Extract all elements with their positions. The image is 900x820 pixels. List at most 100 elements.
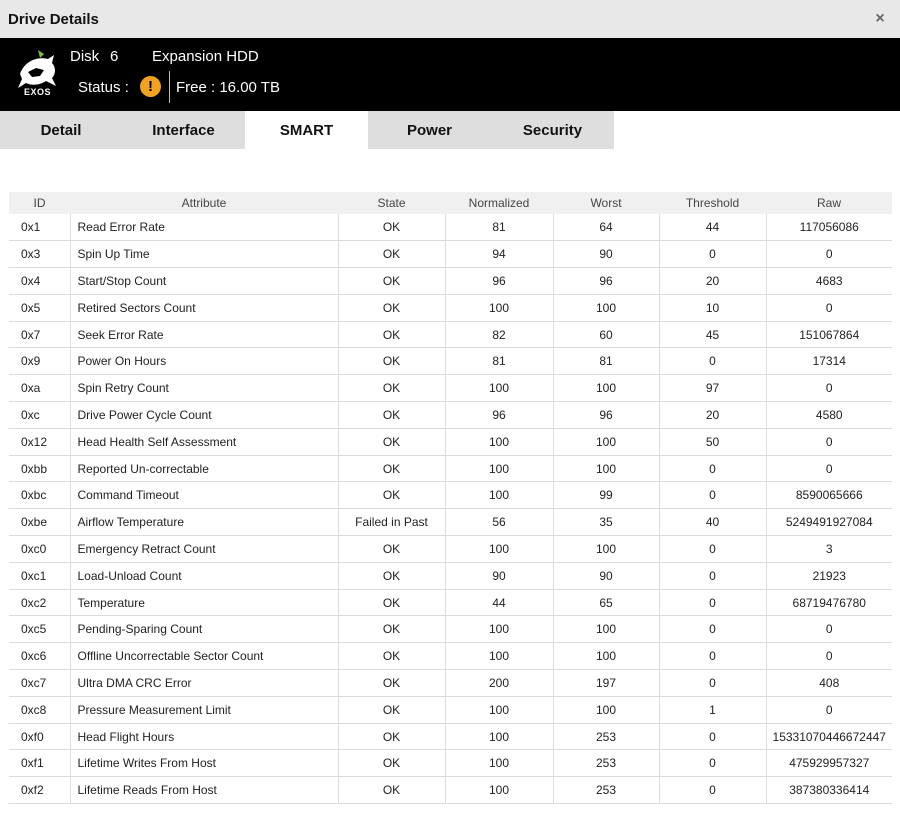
- cell-normalized: 100: [445, 428, 554, 456]
- cell-threshold: 0: [659, 481, 767, 510]
- tab-detail[interactable]: Detail: [0, 111, 122, 149]
- free-space-label: Free : 16.00 TB: [176, 79, 280, 96]
- cell-threshold: 1: [659, 696, 767, 724]
- table-row[interactable]: 0xc0 Emergency Retract Count OK 100 100 0 3: [9, 535, 892, 563]
- cell-raw: 408: [766, 669, 892, 697]
- table-row[interactable]: 0xc1 Load-Unload Count OK 90 90 0 21923: [9, 562, 892, 590]
- logo-text: EXOS: [24, 87, 52, 97]
- cell-worst: 60: [553, 321, 660, 349]
- cell-attribute: Ultra DMA CRC Error: [70, 669, 339, 697]
- cell-normalized: 90: [445, 562, 554, 590]
- cell-worst: 96: [553, 401, 660, 429]
- cell-threshold: 0: [659, 455, 767, 483]
- tab-power[interactable]: Power: [368, 111, 491, 149]
- tab-smart[interactable]: SMART: [245, 111, 368, 149]
- disk-number: 6: [110, 48, 119, 65]
- cell-threshold: 0: [659, 535, 767, 563]
- cell-raw: 0: [766, 428, 892, 456]
- cell-raw: 151067864: [766, 321, 892, 349]
- cell-threshold: 10: [659, 294, 767, 322]
- cell-state: OK: [338, 455, 446, 483]
- cell-normalized: 96: [445, 267, 554, 295]
- cell-worst: 100: [553, 535, 660, 563]
- column-header-worst: Worst: [553, 192, 659, 214]
- cell-id: 0xf0: [9, 723, 71, 751]
- cell-normalized: 56: [445, 508, 554, 537]
- cell-id: 0xf1: [9, 749, 71, 778]
- cell-state: OK: [338, 562, 446, 590]
- table-row[interactable]: 0x12 Head Health Self Assessment OK 100 100 5…: [9, 428, 892, 456]
- cell-id: 0xc7: [9, 669, 71, 697]
- table-row[interactable]: 0xbc Command Timeout OK 100 99 0 8590065666: [9, 481, 892, 510]
- smart-table: ID Attribute State Normalized Worst Thre…: [9, 192, 892, 805]
- table-row[interactable]: 0xf0 Head Flight Hours OK 100 253 0 1533107044…: [9, 723, 892, 751]
- table-row[interactable]: 0xc8 Pressure Measurement Limit OK 100 100 1 0: [9, 696, 892, 724]
- cell-attribute: Retired Sectors Count: [70, 294, 339, 322]
- cell-threshold: 0: [659, 669, 767, 697]
- cell-attribute: Load-Unload Count: [70, 562, 339, 590]
- cell-id: 0xbb: [9, 455, 71, 483]
- cell-raw: 17314: [766, 347, 892, 376]
- cell-normalized: 96: [445, 401, 554, 429]
- table-row[interactable]: 0xbe Airflow Temperature Failed in Past 56 3…: [9, 508, 892, 537]
- column-header-threshold: Threshold: [659, 192, 766, 214]
- cell-raw: 0: [766, 240, 892, 269]
- table-row[interactable]: 0xf1 Lifetime Writes From Host OK 100 253 0 47…: [9, 749, 892, 778]
- table-row[interactable]: 0x1 Read Error Rate OK 81 64 44 117056086: [9, 214, 892, 242]
- cell-normalized: 81: [445, 347, 554, 376]
- cell-normalized: 100: [445, 776, 554, 805]
- cell-state: OK: [338, 535, 446, 563]
- close-icon[interactable]: ×: [870, 10, 890, 28]
- title-bar: Drive Details ×: [0, 0, 900, 38]
- warning-icon: !: [140, 76, 161, 97]
- drive-header: EXOS Disk 6 Expansion HDD Status : ! Fre…: [0, 38, 900, 111]
- cell-threshold: 0: [659, 749, 767, 778]
- tab-interface[interactable]: Interface: [122, 111, 245, 149]
- cell-id: 0xc8: [9, 696, 71, 724]
- cell-normalized: 100: [445, 535, 554, 563]
- cell-attribute: Spin Up Time: [70, 240, 339, 269]
- cell-threshold: 45: [659, 321, 767, 349]
- cell-threshold: 0: [659, 615, 767, 644]
- cell-threshold: 0: [659, 562, 767, 590]
- table-row[interactable]: 0xc7 Ultra DMA CRC Error OK 200 197 0 408: [9, 669, 892, 697]
- table-row[interactable]: 0xbb Reported Un-correctable OK 100 100 0 0: [9, 455, 892, 483]
- cell-id: 0xc0: [9, 535, 71, 563]
- cell-threshold: 0: [659, 240, 767, 269]
- cell-raw: 3: [766, 535, 892, 563]
- table-row[interactable]: 0xc5 Pending-Sparing Count OK 100 100 0 0: [9, 615, 892, 644]
- cell-state: OK: [338, 401, 446, 429]
- cell-state: Failed in Past: [338, 508, 446, 537]
- table-row[interactable]: 0xc6 Offline Uncorrectable Sector Count OK…: [9, 642, 892, 671]
- cell-threshold: 0: [659, 589, 767, 617]
- table-row[interactable]: 0xc Drive Power Cycle Count OK 96 96 20 4580: [9, 401, 892, 429]
- cell-raw: 21923: [766, 562, 892, 590]
- table-row[interactable]: 0x3 Spin Up Time OK 94 90 0 0: [9, 240, 892, 269]
- cell-normalized: 100: [445, 615, 554, 644]
- cell-raw: 0: [766, 455, 892, 483]
- cell-id: 0x4: [9, 267, 71, 295]
- cell-normalized: 100: [445, 481, 554, 510]
- cell-attribute: Reported Un-correctable: [70, 455, 339, 483]
- table-row[interactable]: 0x9 Power On Hours OK 81 81 0 17314: [9, 347, 892, 376]
- cell-id: 0x1: [9, 214, 71, 242]
- cell-normalized: 100: [445, 696, 554, 724]
- tab-security[interactable]: Security: [491, 111, 614, 149]
- cell-attribute: Airflow Temperature: [70, 508, 339, 537]
- cell-id: 0xc6: [9, 642, 71, 671]
- cell-raw: 5249491927084: [766, 508, 892, 537]
- table-row[interactable]: 0xc2 Temperature OK 44 65 0 68719476780: [9, 589, 892, 617]
- cell-attribute: Drive Power Cycle Count: [70, 401, 339, 429]
- cell-threshold: 97: [659, 374, 767, 403]
- table-row[interactable]: 0x4 Start/Stop Count OK 96 96 20 4683: [9, 267, 892, 295]
- cell-worst: 100: [553, 696, 660, 724]
- table-row[interactable]: 0xf2 Lifetime Reads From Host OK 100 253 0 387…: [9, 776, 892, 805]
- cell-attribute: Lifetime Reads From Host: [70, 776, 339, 805]
- cell-worst: 100: [553, 615, 660, 644]
- cell-state: OK: [338, 321, 446, 349]
- header-divider: [169, 71, 170, 103]
- table-row[interactable]: 0x7 Seek Error Rate OK 82 60 45 151067864: [9, 321, 892, 349]
- table-row[interactable]: 0x5 Retired Sectors Count OK 100 100 10 0: [9, 294, 892, 322]
- window-title: Drive Details: [8, 10, 99, 28]
- table-row[interactable]: 0xa Spin Retry Count OK 100 100 97 0: [9, 374, 892, 403]
